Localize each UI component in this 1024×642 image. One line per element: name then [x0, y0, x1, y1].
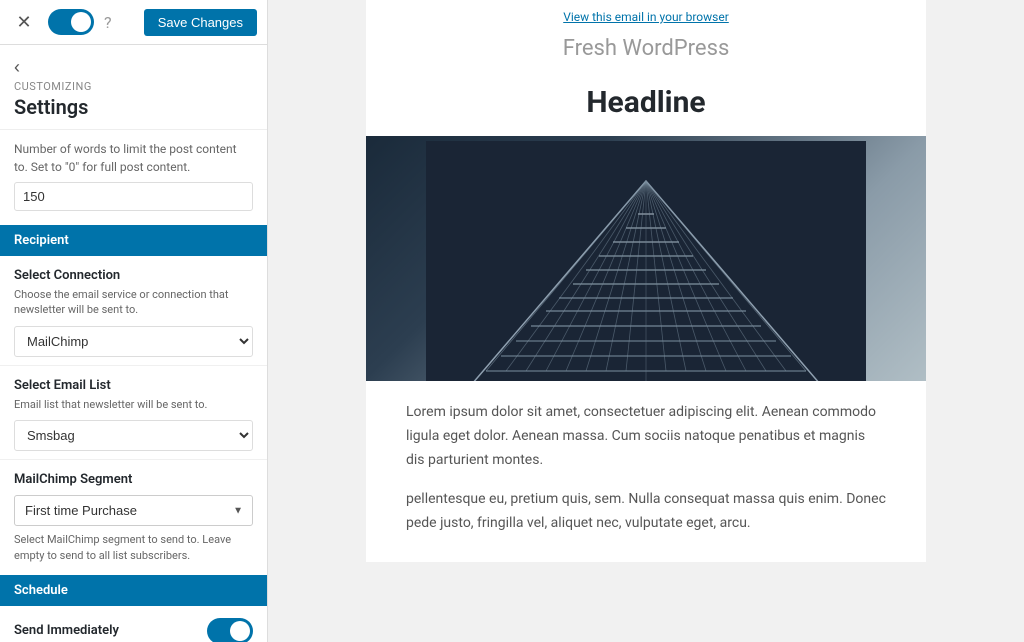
- email-body: Lorem ipsum dolor sit amet, consectetuer…: [366, 381, 926, 562]
- segment-description: Select MailChimp segment to send to. Lea…: [14, 532, 253, 563]
- word-limit-input[interactable]: 150: [14, 182, 253, 211]
- close-button[interactable]: ✕: [10, 8, 38, 36]
- email-paragraph-2: pellentesque eu, pretium quis, sem. Null…: [406, 488, 886, 536]
- email-site-name: Fresh WordPress: [366, 30, 926, 75]
- select-email-list-group: Select Email List Email list that newsle…: [0, 366, 267, 460]
- help-icon[interactable]: ?: [104, 13, 112, 32]
- left-panel: ✕ ? Save Changes ‹ Customizing Settings …: [0, 0, 268, 642]
- segment-select[interactable]: First time Purchase All Subscribers VIP: [14, 495, 253, 526]
- select-connection-group: Select Connection Choose the email servi…: [0, 256, 267, 366]
- send-immediately-toggle[interactable]: [207, 618, 253, 642]
- word-limit-description: Number of words to limit the post conten…: [0, 130, 267, 182]
- settings-title: Settings: [14, 95, 253, 119]
- email-headline: Headline: [366, 75, 926, 136]
- connection-label: Select Connection: [14, 268, 253, 283]
- panel-content: Number of words to limit the post conten…: [0, 130, 267, 642]
- save-changes-button[interactable]: Save Changes: [144, 9, 257, 36]
- email-preview: View this email in your browser Fresh Wo…: [366, 0, 926, 562]
- connection-description: Choose the email service or connection t…: [14, 287, 253, 318]
- top-bar: ✕ ? Save Changes: [0, 0, 267, 45]
- recipient-section-header: Recipient: [0, 225, 267, 256]
- segment-label: MailChimp Segment: [14, 472, 253, 487]
- building-illustration: [426, 141, 866, 381]
- connection-select[interactable]: MailChimp SendGrid AWeber: [14, 326, 253, 357]
- send-immediately-label: Send Immediately: [14, 623, 119, 638]
- segment-group: MailChimp Segment First time Purchase Al…: [0, 460, 267, 571]
- back-button[interactable]: ‹: [14, 57, 20, 78]
- view-in-browser-link[interactable]: View this email in your browser: [563, 10, 729, 24]
- email-top-link: View this email in your browser: [366, 0, 926, 30]
- segment-select-wrapper: First time Purchase All Subscribers VIP …: [14, 495, 253, 526]
- customizing-header: ‹ Customizing Settings: [0, 45, 267, 130]
- email-list-description: Email list that newsletter will be sent …: [14, 397, 253, 412]
- right-panel: View this email in your browser Fresh Wo…: [268, 0, 1024, 642]
- email-hero-image: [366, 136, 926, 381]
- customizing-label: Customizing: [14, 80, 253, 93]
- preview-toggle[interactable]: [48, 9, 94, 35]
- email-list-select[interactable]: Smsbag List 2 List 3: [14, 420, 253, 451]
- send-immediately-row: Send Immediately: [0, 606, 267, 642]
- email-list-label: Select Email List: [14, 378, 253, 393]
- schedule-section-header: Schedule: [0, 575, 267, 606]
- email-paragraph-1: Lorem ipsum dolor sit amet, consectetuer…: [406, 401, 886, 472]
